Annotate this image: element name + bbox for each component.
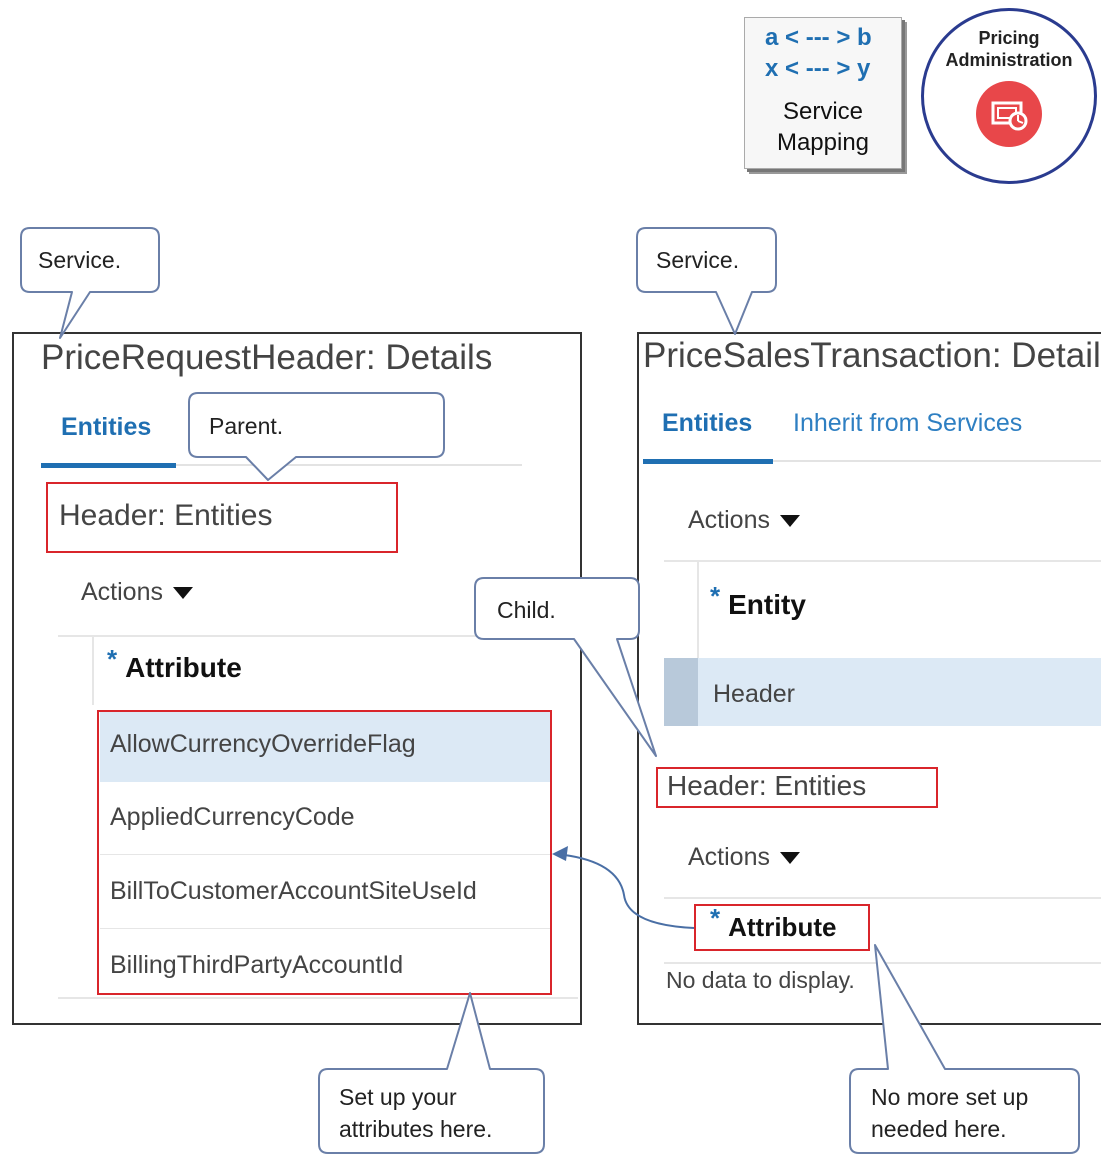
service-mapping-tile[interactable]: a < --- > b x < --- > y Service Mapping	[744, 17, 902, 169]
left-table-bottom-divider	[58, 997, 578, 999]
right-actions-menu-top[interactable]: Actions	[688, 506, 800, 535]
pricing-admin-label-2: Administration	[945, 50, 1073, 70]
right-attribute-divider	[664, 962, 1101, 964]
no-data-message: No data to display.	[666, 967, 855, 993]
left-toolbar-divider	[58, 635, 578, 637]
right-tab-divider	[773, 460, 1101, 462]
callout-setup-line1: Set up your	[339, 1084, 457, 1110]
callout-parent: Parent.	[209, 413, 284, 439]
right-attribute-highlight	[694, 904, 870, 951]
service-mapping-label-2: Mapping	[776, 129, 870, 156]
callout-child: Child.	[497, 597, 556, 623]
right-actions-top-label: Actions	[688, 506, 770, 534]
callout-nomore-line1: No more set up	[871, 1084, 1029, 1110]
right-actions-menu-bottom[interactable]: Actions	[688, 843, 800, 872]
chevron-down-icon	[172, 587, 193, 600]
right-entity-header-label: Entity	[728, 589, 806, 620]
left-tab-entities[interactable]: Entities	[61, 413, 151, 442]
right-toolbar-divider	[664, 560, 1101, 562]
right-entity-row-label: Header	[713, 680, 795, 708]
left-panel-title: PriceRequestHeader: Details	[41, 338, 493, 377]
left-actions-menu[interactable]: Actions	[81, 578, 193, 607]
callout-setup-line2: attributes here.	[339, 1116, 493, 1142]
right-bottom-toolbar-divider	[664, 897, 1101, 899]
left-tab-divider	[176, 464, 522, 466]
left-attribute-column-header[interactable]: * Attribute	[107, 644, 242, 684]
left-header-gutter	[92, 637, 94, 705]
right-entity-column-header[interactable]: * Entity	[710, 581, 806, 621]
left-attribute-header-label: Attribute	[125, 652, 242, 683]
pricing-admin-label-1: Pricing	[978, 28, 1040, 48]
left-section-highlight	[46, 482, 398, 553]
table-row[interactable]: Header	[664, 658, 1101, 726]
service-mapping-label-1: Service	[782, 98, 864, 125]
callout-nomore-line2: needed here.	[871, 1116, 1007, 1142]
pricing-admin-icon	[976, 81, 1042, 147]
mapping-line-ab: a < --- > b	[765, 24, 872, 51]
right-tab-inherit-from-services[interactable]: Inherit from Services	[793, 409, 1022, 438]
chevron-down-icon	[779, 515, 800, 528]
row-selected-indicator	[664, 658, 698, 726]
left-attributes-highlight	[97, 710, 552, 995]
required-star: *	[710, 581, 721, 611]
right-header-gutter	[697, 562, 699, 658]
mapping-line-xy: x < --- > y	[765, 55, 871, 82]
right-tab-entities[interactable]: Entities	[662, 409, 752, 438]
right-panel-title: PriceSalesTransaction: Details	[643, 336, 1101, 375]
right-section-highlight	[656, 767, 938, 808]
chevron-down-icon	[779, 852, 800, 865]
pricing-administration-tile[interactable]: Pricing Administration	[921, 8, 1097, 184]
left-actions-label: Actions	[81, 578, 163, 606]
left-tab-underline	[41, 463, 176, 468]
callout-service-left: Service.	[38, 247, 122, 273]
required-star: *	[107, 644, 118, 674]
callout-service-right: Service.	[656, 247, 740, 273]
right-tab-underline	[643, 459, 773, 464]
right-actions-bottom-label: Actions	[688, 843, 770, 871]
